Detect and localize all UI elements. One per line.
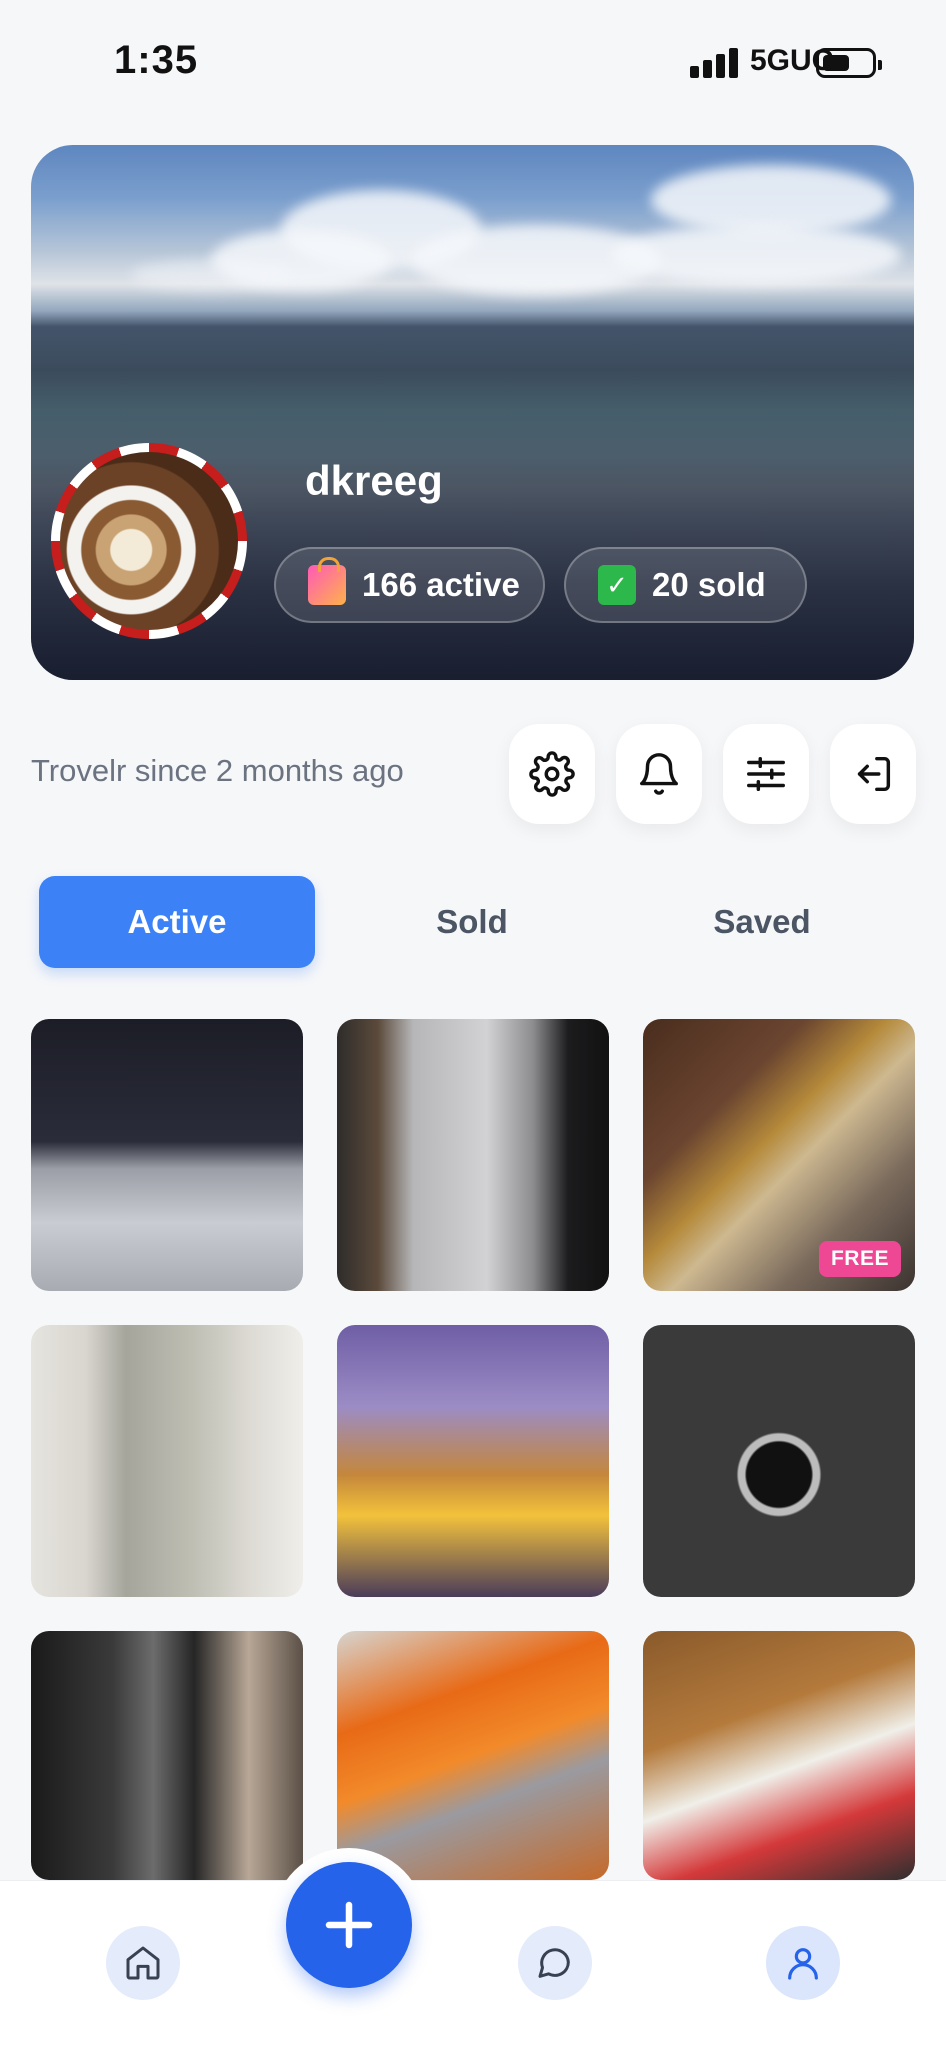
listing-oscilloscope[interactable] [31, 1325, 303, 1597]
nav-messages[interactable] [518, 1926, 592, 2000]
listing-tower[interactable] [337, 1019, 609, 1291]
active-count-pill[interactable]: 166 active [274, 547, 545, 623]
active-count-label: 166 active [362, 566, 520, 603]
status-time: 1:35 [114, 38, 199, 82]
sold-count-label: 20 sold [652, 566, 766, 603]
member-since: Trovelr since 2 months ago [31, 753, 404, 788]
sold-count-pill[interactable]: ✓ 20 sold [564, 547, 807, 623]
avatar[interactable] [51, 443, 247, 639]
logout-icon [857, 756, 891, 792]
listing-board-game[interactable] [337, 1325, 609, 1597]
shopping-bag-icon [308, 557, 346, 605]
sliders-icon [747, 756, 785, 792]
plus-icon [325, 1901, 373, 1949]
signal-icon [690, 48, 740, 78]
battery-icon [816, 48, 882, 78]
filters-button[interactable] [723, 724, 809, 824]
create-listing-button[interactable] [286, 1862, 412, 1988]
tab-saved[interactable]: Saved [624, 876, 900, 968]
gear-icon [529, 751, 575, 797]
listing-grinder[interactable] [31, 1631, 303, 1880]
listing-laptop[interactable] [31, 1019, 303, 1291]
listing-trading-cards[interactable] [643, 1631, 915, 1880]
free-badge: FREE [818, 1241, 901, 1277]
settings-button[interactable] [509, 724, 595, 824]
listing-watch[interactable] [643, 1325, 915, 1597]
logout-button[interactable] [830, 724, 916, 824]
notifications-button[interactable] [616, 724, 702, 824]
status-bar: 1:35 5GUC [0, 0, 946, 130]
username: dkreeg [305, 457, 443, 504]
nav-profile[interactable] [766, 1926, 840, 2000]
nav-home[interactable] [106, 1926, 180, 2000]
avatar-photo [60, 452, 238, 630]
user-icon [788, 1948, 818, 1980]
tab-sold[interactable]: Sold [334, 876, 610, 968]
listing-parts-bag[interactable] [337, 1631, 609, 1880]
listing-vacuum[interactable]: FREE [643, 1019, 915, 1291]
chat-icon [538, 1948, 570, 1978]
bell-icon [640, 753, 678, 795]
tab-active[interactable]: Active [39, 876, 315, 968]
home-icon [126, 1946, 160, 1980]
check-icon: ✓ [598, 565, 636, 605]
profile-header: dkreeg 166 active ✓ 20 sold [31, 145, 914, 680]
